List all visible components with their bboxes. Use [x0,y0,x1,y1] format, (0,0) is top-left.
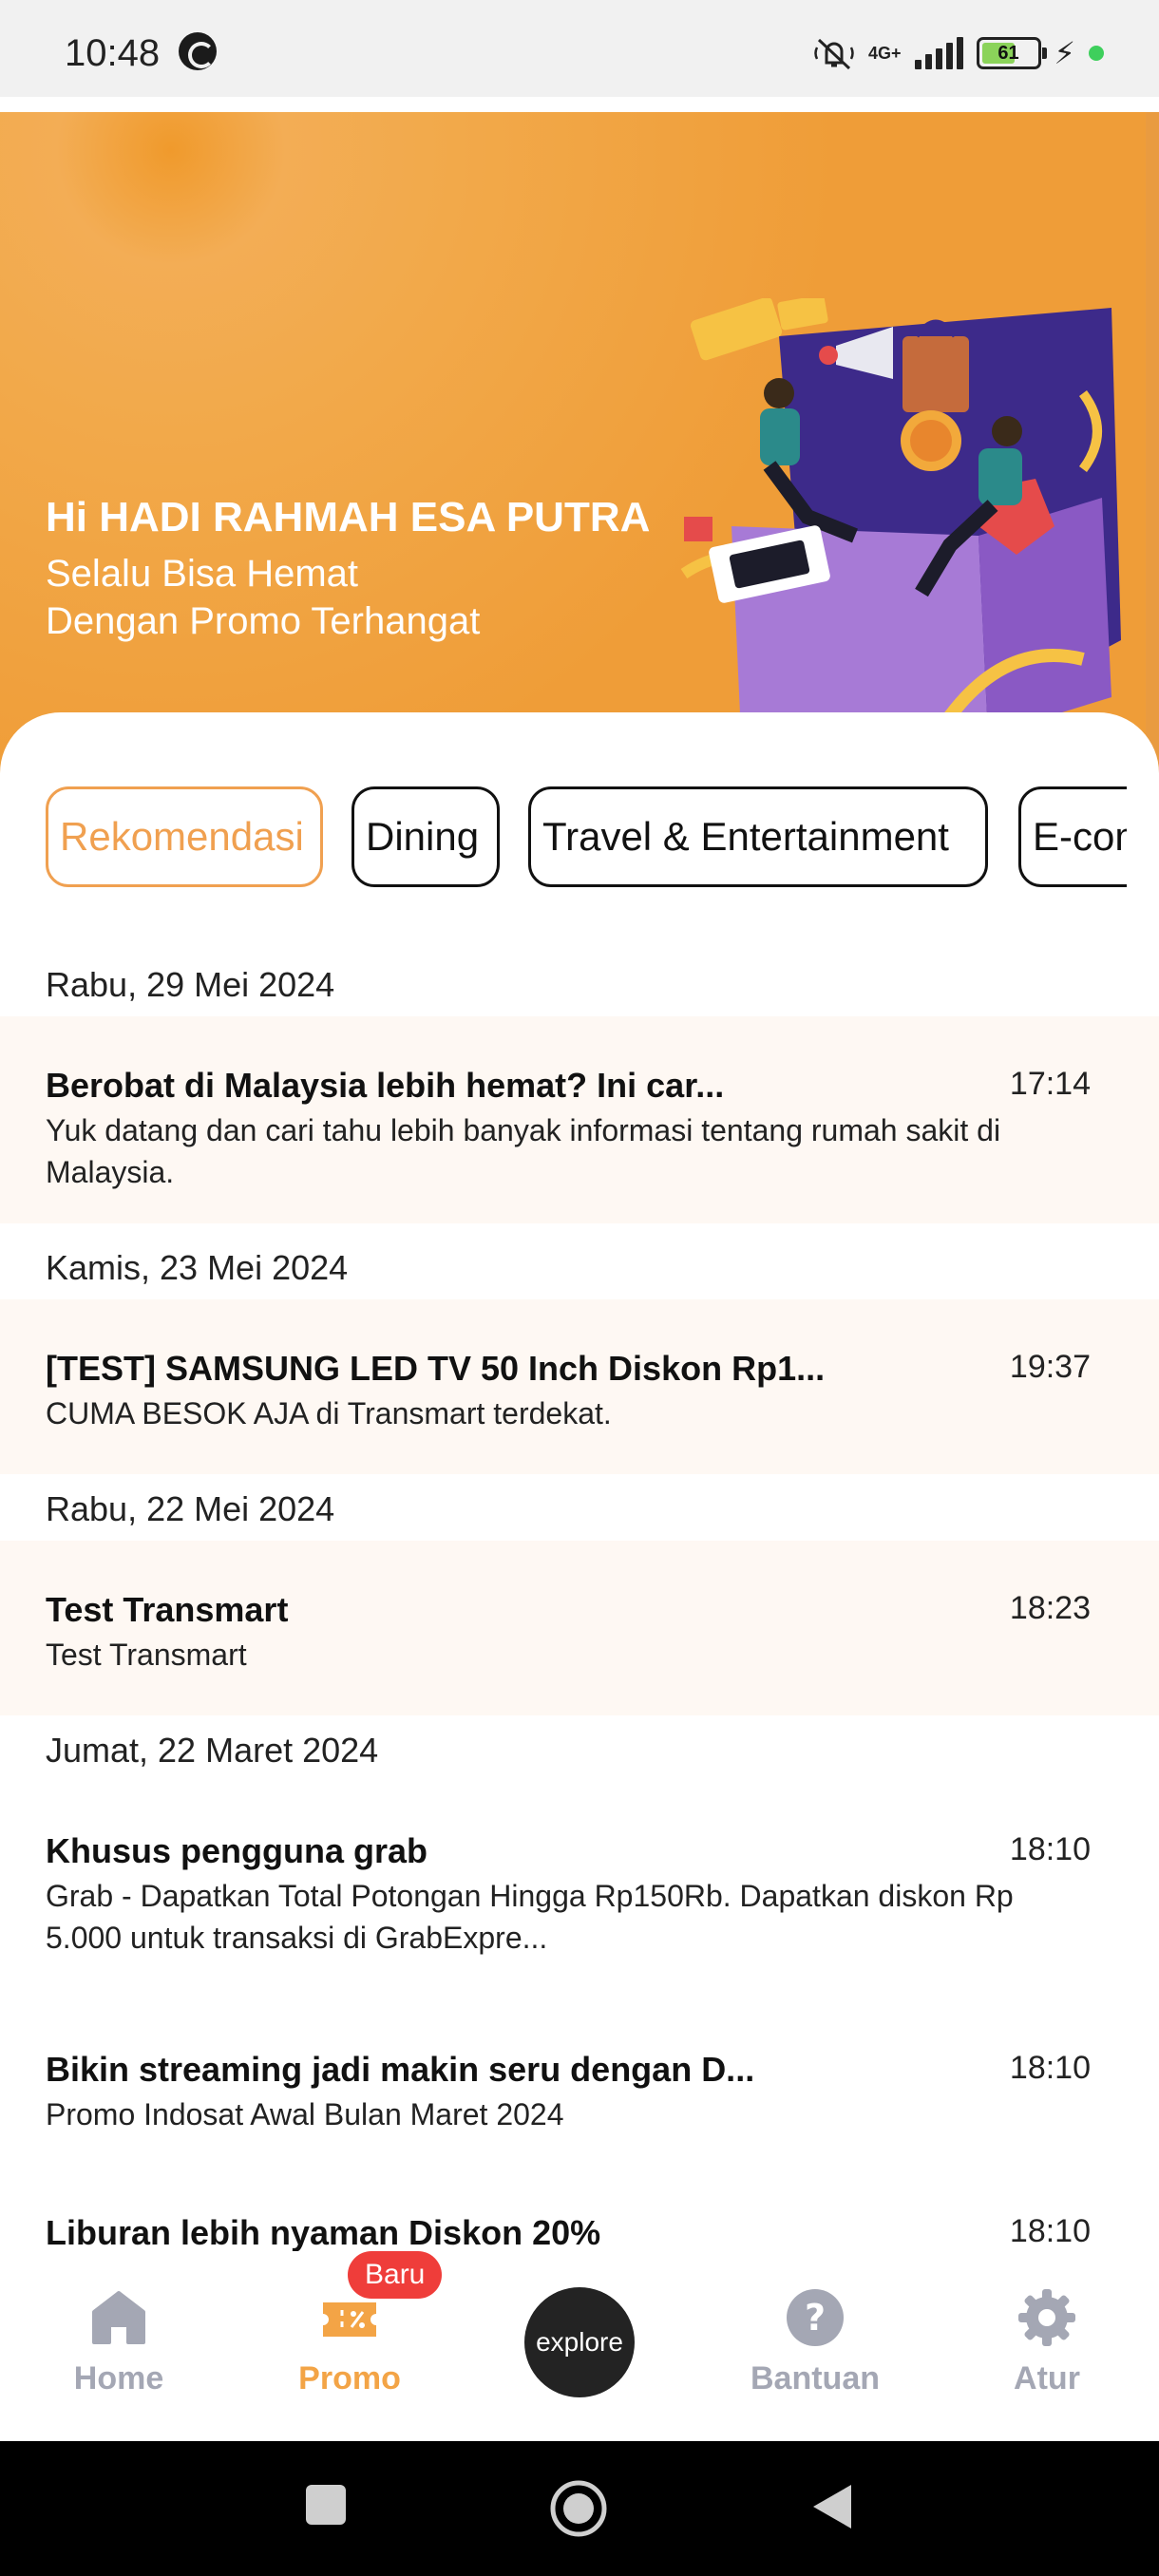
status-time: 10:48 [65,32,161,74]
promo-title: Berobat di Malaysia lebih hemat? Ini car… [46,1066,725,1105]
promo-description: Test Transmart [46,1638,247,1672]
promo-title: Bikin streaming jadi makin seru dengan D… [46,2050,755,2089]
recents-icon[interactable] [304,2483,348,2527]
promo-list-sheet: Rekomendasi Dining Travel & Entertainmen… [0,712,1159,2251]
date-header: Kamis, 23 Mei 2024 [46,1248,349,1287]
tab-dining[interactable]: Dining [352,786,500,887]
nav-home-label: Home [73,2360,164,2396]
nav-settings[interactable]: Atur [961,2287,1132,2397]
back-icon[interactable] [809,2483,853,2530]
sync-icon [179,32,217,70]
promo-time: 18:10 [1009,2050,1091,2086]
promo-time: 17:14 [1009,1066,1091,1102]
nav-promo-label: Promo [298,2360,401,2396]
gear-icon [1018,2289,1075,2346]
privacy-dot-icon [1089,46,1104,61]
tab-travel-entertainment[interactable]: Travel & Entertainment [528,786,988,887]
promo-time: 18:10 [1009,2213,1091,2249]
battery-icon: 61 [976,37,1047,69]
promo-illustration [680,298,1121,735]
mute-icon [814,38,854,70]
promo-list-item[interactable]: Khusus pengguna grab 18:10 Grab - Dapatk… [0,1782,1159,1989]
hero-greeting: Hi HADI RAHMAH ESA PUTRA [46,494,651,540]
promo-description: Promo Indosat Awal Bulan Maret 2024 [46,2097,564,2131]
nav-settings-label: Atur [1014,2360,1080,2396]
promo-list-item[interactable]: Liburan lebih nyaman Diskon 20% 18:10 [0,2175,1159,2251]
battery-level: 61 [998,43,1019,64]
nav-help[interactable]: ? Bantuan [730,2287,901,2397]
bottom-navigation: Home Promo Baru explore ? Bantuan Atur [0,2251,1159,2441]
help-icon: ? [787,2289,844,2346]
promo-time: 19:37 [1009,1349,1091,1385]
network-type: 4G+ [868,44,902,63]
nav-promo[interactable]: Promo [264,2287,435,2397]
promo-title: Khusus pengguna grab [46,1831,428,1870]
promo-description: Yuk datang dan cari tahu lebih banyak in… [46,1113,1001,1189]
promo-description: CUMA BESOK AJA di Transmart terdekat. [46,1396,612,1430]
date-header: Jumat, 22 Maret 2024 [46,1731,379,1770]
system-navigation-bar [0,2441,1159,2576]
promo-list-item[interactable]: Berobat di Malaysia lebih hemat? Ini car… [0,1016,1159,1223]
date-header: Rabu, 29 Mei 2024 [46,965,335,1004]
promo-time: 18:10 [1009,1831,1091,1867]
home-icon [92,2291,145,2344]
date-header: Rabu, 22 Mei 2024 [46,1489,335,1528]
tab-rekomendasi[interactable]: Rekomendasi [46,786,323,887]
promo-list-item[interactable]: Test Transmart 18:23 Test Transmart [0,1541,1159,1715]
home-button-icon[interactable] [549,2479,608,2538]
status-bar: 10:48 4G+ 61 ⚡ [0,0,1159,97]
nav-home[interactable]: Home [33,2287,204,2397]
promo-title: Test Transmart [46,1590,289,1629]
new-badge: Baru [348,2251,443,2299]
hero-subtitle-line2: Dengan Promo Terhangat [46,600,481,642]
promo-list-item[interactable]: Bikin streaming jadi makin seru dengan D… [0,2000,1159,2175]
explore-button[interactable]: explore [524,2287,635,2397]
nav-help-label: Bantuan [750,2360,880,2396]
promo-title: [TEST] SAMSUNG LED TV 50 Inch Diskon Rp1… [46,1349,826,1388]
hero-subtitle-line1: Selalu Bisa Hemat [46,553,359,595]
tab-e-commerce[interactable]: E-commerce [1018,786,1127,887]
category-tabs: Rekomendasi Dining Travel & Entertainmen… [46,786,1127,889]
promo-list-item[interactable]: [TEST] SAMSUNG LED TV 50 Inch Diskon Rp1… [0,1299,1159,1474]
promo-hero-banner: Hi HADI RAHMAH ESA PUTRA Selalu Bisa Hem… [0,112,1159,777]
status-icons: 4G+ 61 ⚡ [813,34,1104,72]
promo-time: 18:23 [1009,1590,1091,1626]
charging-icon: ⚡ [1054,36,1075,70]
signal-icon [914,37,963,69]
promo-description: Grab - Dapatkan Total Potongan Hingga Rp… [46,1879,1014,1955]
svg-text:?: ? [805,2297,826,2339]
promo-title: Liburan lebih nyaman Diskon 20% [46,2213,601,2251]
